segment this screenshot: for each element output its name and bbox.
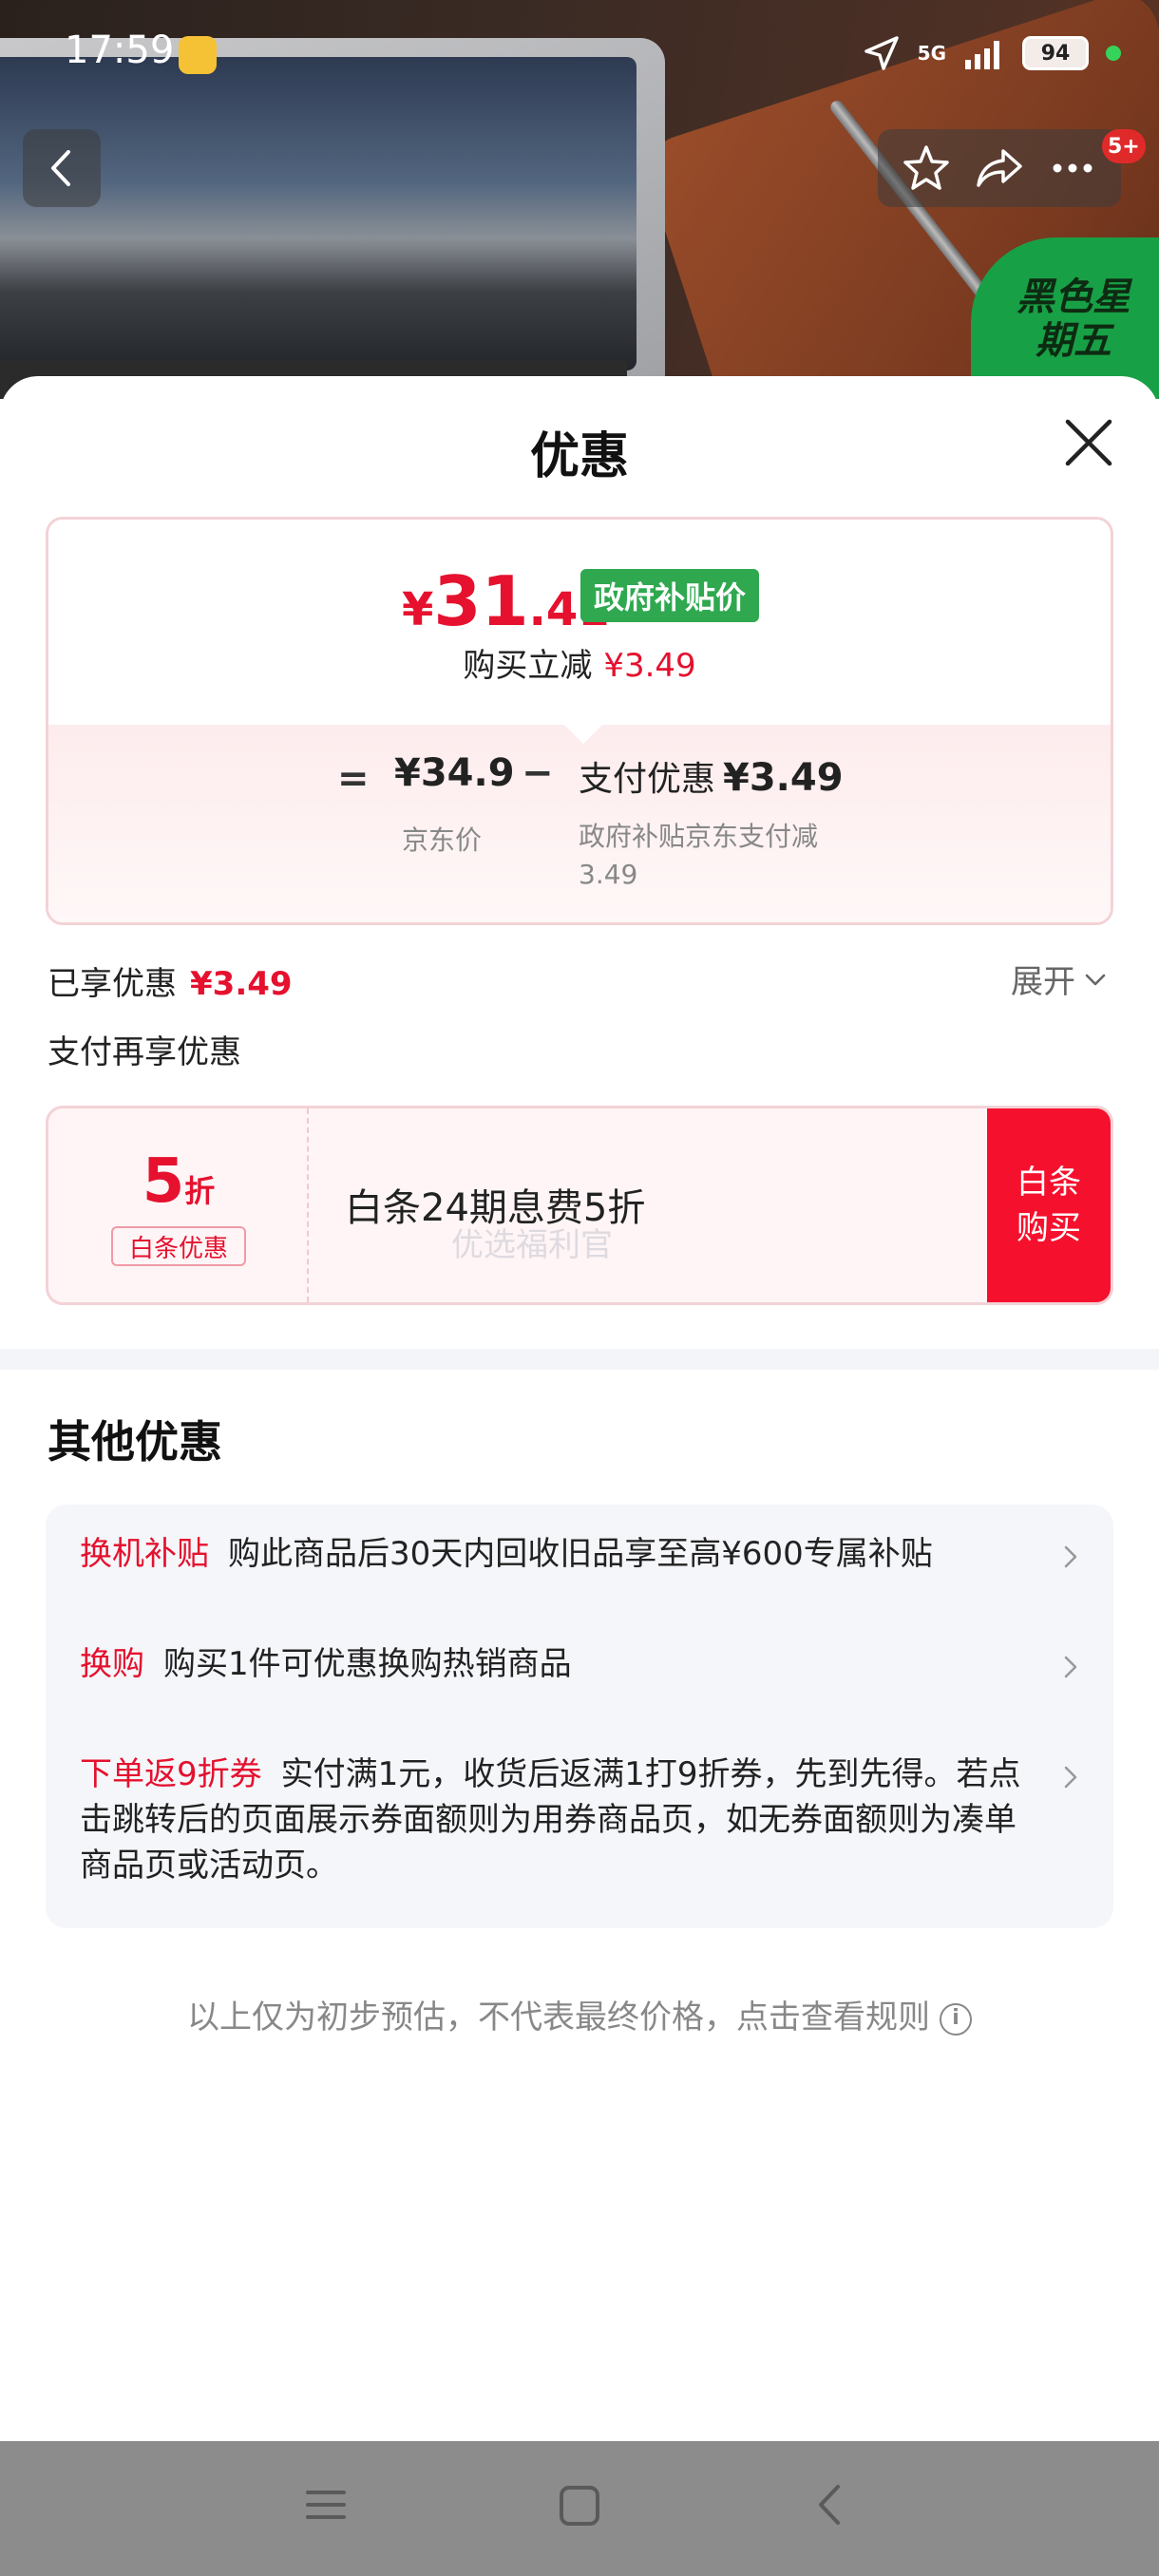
baitiao-discount-number: 5 [142,1146,185,1217]
payment-discount-label: 支付优惠 [579,760,716,799]
chevron-right-icon[interactable] [1056,1543,1085,1571]
enjoyed-discount-value: ¥3.49 [190,965,293,1003]
star-icon[interactable] [898,140,955,197]
chevron-down-icon [1085,974,1106,985]
rules-note-text: 以上仅为初步预估，不代表最终价格，点击查看规则 [187,1998,930,2036]
status-time: 17:59 [65,28,175,72]
notification-app-icon [179,36,217,74]
baitiao-buy-label-line2: 购买 [1016,1209,1081,1247]
offer-tag: 换机补贴 [80,1535,209,1573]
network-type: 5G [917,42,946,65]
baitiao-discount-value: 5折 [48,1146,309,1217]
other-offers-title: 其他优惠 [48,1416,222,1468]
message-count-badge: 5+ [1102,129,1146,163]
payment-discount-description: 政府补贴京东支付减3.49 [579,821,819,890]
expand-label: 展开 [1011,963,1075,1001]
info-icon: i [940,2002,972,2036]
pay-more-title: 支付再享优惠 [48,1033,241,1071]
baitiao-discount-unit: 折 [184,1173,216,1209]
back-button[interactable] [23,129,101,207]
gov-subsidy-tag: 政府补贴价 [580,569,760,622]
offer-tag: 换购 [80,1645,144,1683]
battery-indicator: 94 [1022,36,1089,70]
back-nav-icon[interactable] [808,2481,855,2529]
sheet-title: 优惠 [529,428,629,485]
final-price-currency: ¥ [402,583,434,636]
expand-button[interactable]: 展开 [1011,956,1108,1002]
baitiao-buy-button[interactable]: 白条 购买 [987,1108,1111,1302]
baitiao-buy-label-line1: 白条 [1016,1164,1081,1202]
menu-icon[interactable] [302,2481,350,2529]
price-breakdown-card: ¥ 31 .41 政府补贴价 购买立减 ¥3.49 = ¥34.9 京东价 − 支… [46,517,1113,925]
final-price-integer: 31 [433,561,529,641]
home-icon[interactable] [557,2483,602,2529]
minus-sign: − [522,751,554,795]
instant-reduce-line: 购买立减 ¥3.49 [48,639,1111,686]
final-price: ¥ 31 .41 [402,561,610,641]
signal-icon [965,41,999,69]
offer-tag: 下单返9折券 [80,1755,262,1793]
chevron-right-icon[interactable] [1056,1763,1085,1791]
status-bar: 17:59 5G 94 [0,0,1159,112]
discount-sheet: 优惠 ¥ 31 .41 政府补贴价 购买立减 ¥3.49 = ¥34.9 京东价 … [0,376,1159,2441]
baitiao-tag: 白条优惠 [111,1226,246,1266]
offer-item-exchange[interactable]: 换购 购买1件可优惠换购热销商品 [80,1641,1039,1687]
jd-price-label: 京东价 [402,824,483,856]
instant-reduce-label: 购买立减 [463,647,593,685]
status-indicators: 5G 94 [863,32,1121,74]
instant-reduce-value: ¥3.49 [603,647,696,685]
equals-sign: = [337,757,370,801]
more-icon[interactable] [1044,140,1101,197]
top-right-actions [878,129,1121,207]
location-icon [864,36,899,70]
other-offers-list: 换机补贴 购此商品后30天内回收旧品享至高¥600专属补贴 换购 购买1件可优惠换购… [46,1505,1113,1928]
watermark-text: 优选福利官 [451,1226,613,1264]
chevron-right-icon[interactable] [1056,1653,1085,1681]
offer-item-trade-in[interactable]: 换机补贴 购此商品后30天内回收旧品享至高¥600专属补贴 [80,1531,1039,1577]
baitiao-offer-card[interactable]: 5折 白条优惠 白条24期息费5折 优选福利官 白条 购买 [46,1106,1113,1305]
system-navigation-bar [0,2441,1159,2576]
black-friday-text: 黑色星期五 [1016,275,1130,363]
rules-note[interactable]: 以上仅为初步预估，不代表最终价格，点击查看规则 i [0,1991,1159,2037]
offer-item-coupon-return[interactable]: 下单返9折券 实付满1元，收货后返满1打9折券，先到先得。若点击跳转后的页面展示券… [80,1752,1039,1888]
enjoyed-discount-label: 已享优惠 [48,965,177,1003]
payment-discount: 支付优惠 ¥3.49 [579,751,844,801]
privacy-indicator-dot [1106,46,1121,61]
offer-text: 购买1件可优惠换购热销商品 [163,1645,572,1683]
offer-text: 购此商品后30天内回收旧品享至高¥600专属补贴 [228,1535,933,1573]
baitiao-buy-label: 白条 购买 [1016,1160,1081,1251]
section-divider [0,1349,1159,1370]
payment-discount-value: ¥3.49 [723,756,844,800]
jd-price-value: ¥34.9 [394,751,515,795]
close-icon[interactable] [1062,416,1115,469]
chevron-left-icon [51,150,70,186]
enjoyed-discount: 已享优惠 ¥3.49 [48,957,293,1004]
share-icon[interactable] [971,140,1028,197]
